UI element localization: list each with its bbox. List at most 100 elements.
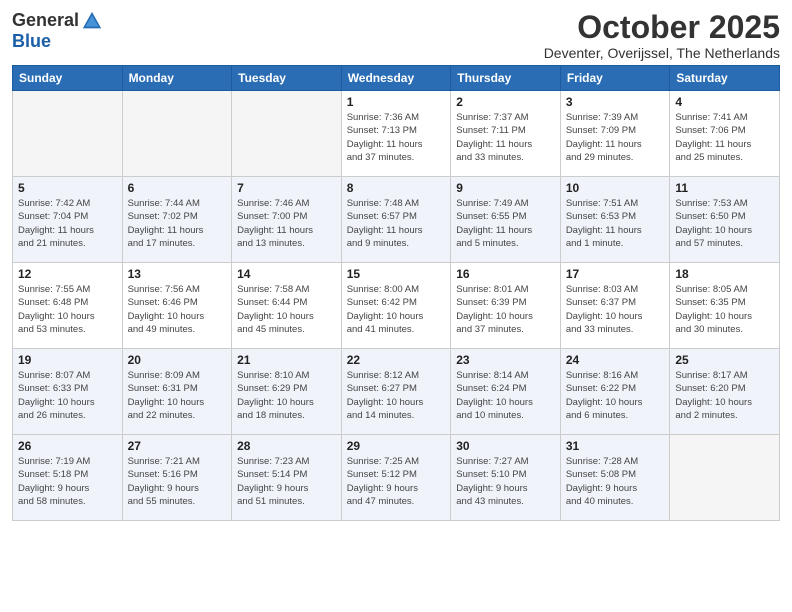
calendar-cell: 28Sunrise: 7:23 AM Sunset: 5:14 PM Dayli… [232, 435, 342, 521]
month-title: October 2025 [544, 10, 780, 45]
calendar-cell [670, 435, 780, 521]
calendar-table: Sunday Monday Tuesday Wednesday Thursday… [12, 65, 780, 521]
col-monday: Monday [122, 66, 232, 91]
day-info: Sunrise: 7:27 AM Sunset: 5:10 PM Dayligh… [456, 455, 555, 508]
calendar-cell: 24 Sunrise: 8:16 AM Sunset: 6:22 PM Dayli… [560, 349, 670, 435]
calendar-cell: 13Sunrise: 7:56 AM Sunset: 6:46 PM Dayli… [122, 263, 232, 349]
calendar-cell [13, 91, 123, 177]
col-thursday: Thursday [451, 66, 561, 91]
calendar-week-row: 5Sunrise: 7:42 AM Sunset: 7:04 PM Daylig… [13, 177, 780, 263]
day-info: Sunrise: 7:55 AM Sunset: 6:48 PM Dayligh… [18, 283, 117, 336]
day-info: Sunrise: 8:14 AM Sunset: 6:24 PM Dayligh… [456, 369, 555, 422]
day-number: 6 [128, 181, 227, 195]
day-number: 3 [566, 95, 665, 109]
calendar-cell: 26Sunrise: 7:19 AM Sunset: 5:18 PM Dayli… [13, 435, 123, 521]
calendar-cell: 19Sunrise: 8:07 AM Sunset: 6:33 PM Dayli… [13, 349, 123, 435]
day-number: 21 [237, 353, 336, 367]
day-number: 17 [566, 267, 665, 281]
col-friday: Friday [560, 66, 670, 91]
day-number: 30 [456, 439, 555, 453]
day-number: 23 [456, 353, 555, 367]
day-number: 15 [347, 267, 446, 281]
day-number: 22 [347, 353, 446, 367]
calendar-cell: 30 Sunrise: 7:27 AM Sunset: 5:10 PM Dayli… [451, 435, 561, 521]
calendar-cell: 2 Sunrise: 7:37 AM Sunset: 7:11 PM Daylig… [451, 91, 561, 177]
day-number: 12 [18, 267, 117, 281]
day-number: 20 [128, 353, 227, 367]
day-number: 9 [456, 181, 555, 195]
calendar-cell: 6 Sunrise: 7:44 AM Sunset: 7:02 PM Daylig… [122, 177, 232, 263]
day-number: 26 [18, 439, 117, 453]
calendar-week-row: 1 Sunrise: 7:36 AM Sunset: 7:13 PM Daylig… [13, 91, 780, 177]
day-info: Sunrise: 7:28 AM Sunset: 5:08 PM Dayligh… [566, 455, 665, 508]
col-saturday: Saturday [670, 66, 780, 91]
calendar-cell: 5Sunrise: 7:42 AM Sunset: 7:04 PM Daylig… [13, 177, 123, 263]
calendar-cell: 22 Sunrise: 8:12 AM Sunset: 6:27 PM Dayli… [341, 349, 451, 435]
day-number: 25 [675, 353, 774, 367]
day-number: 1 [347, 95, 446, 109]
day-info: Sunrise: 7:41 AM Sunset: 7:06 PM Dayligh… [675, 111, 774, 164]
col-tuesday: Tuesday [232, 66, 342, 91]
calendar-cell: 20 Sunrise: 8:09 AM Sunset: 6:31 PM Dayli… [122, 349, 232, 435]
day-info: Sunrise: 7:44 AM Sunset: 7:02 PM Dayligh… [128, 197, 227, 250]
day-number: 31 [566, 439, 665, 453]
day-number: 11 [675, 181, 774, 195]
calendar-cell: 31 Sunrise: 7:28 AM Sunset: 5:08 PM Dayli… [560, 435, 670, 521]
day-info: Sunrise: 7:39 AM Sunset: 7:09 PM Dayligh… [566, 111, 665, 164]
day-info: Sunrise: 8:03 AM Sunset: 6:37 PM Dayligh… [566, 283, 665, 336]
day-info: Sunrise: 7:46 AM Sunset: 7:00 PM Dayligh… [237, 197, 336, 250]
header: General Blue October 2025 Deventer, Over… [12, 10, 780, 61]
day-number: 24 [566, 353, 665, 367]
logo-icon [81, 10, 103, 32]
day-number: 4 [675, 95, 774, 109]
calendar-body: 1 Sunrise: 7:36 AM Sunset: 7:13 PM Daylig… [13, 91, 780, 521]
day-info: Sunrise: 7:49 AM Sunset: 6:55 PM Dayligh… [456, 197, 555, 250]
day-number: 18 [675, 267, 774, 281]
calendar-cell: 18 Sunrise: 8:05 AM Sunset: 6:35 PM Dayli… [670, 263, 780, 349]
day-info: Sunrise: 8:16 AM Sunset: 6:22 PM Dayligh… [566, 369, 665, 422]
calendar-cell: 12 Sunrise: 7:55 AM Sunset: 6:48 PM Dayli… [13, 263, 123, 349]
day-info: Sunrise: 8:09 AM Sunset: 6:31 PM Dayligh… [128, 369, 227, 422]
day-number: 13 [128, 267, 227, 281]
day-info: Sunrise: 8:00 AM Sunset: 6:42 PM Dayligh… [347, 283, 446, 336]
calendar-cell: 27Sunrise: 7:21 AM Sunset: 5:16 PM Dayli… [122, 435, 232, 521]
calendar-cell: 17 Sunrise: 8:03 AM Sunset: 6:37 PM Dayli… [560, 263, 670, 349]
calendar-cell: 10 Sunrise: 7:51 AM Sunset: 6:53 PM Dayli… [560, 177, 670, 263]
calendar-cell [232, 91, 342, 177]
col-wednesday: Wednesday [341, 66, 451, 91]
calendar-cell: 29Sunrise: 7:25 AM Sunset: 5:12 PM Dayli… [341, 435, 451, 521]
day-info: Sunrise: 7:48 AM Sunset: 6:57 PM Dayligh… [347, 197, 446, 250]
calendar-cell: 23 Sunrise: 8:14 AM Sunset: 6:24 PM Dayli… [451, 349, 561, 435]
day-number: 29 [347, 439, 446, 453]
calendar-cell: 1 Sunrise: 7:36 AM Sunset: 7:13 PM Daylig… [341, 91, 451, 177]
location-subtitle: Deventer, Overijssel, The Netherlands [544, 45, 780, 61]
day-info: Sunrise: 7:36 AM Sunset: 7:13 PM Dayligh… [347, 111, 446, 164]
day-info: Sunrise: 8:05 AM Sunset: 6:35 PM Dayligh… [675, 283, 774, 336]
page-container: General Blue October 2025 Deventer, Over… [0, 0, 792, 527]
calendar-cell: 16Sunrise: 8:01 AM Sunset: 6:39 PM Dayli… [451, 263, 561, 349]
day-info: Sunrise: 7:37 AM Sunset: 7:11 PM Dayligh… [456, 111, 555, 164]
day-number: 2 [456, 95, 555, 109]
day-info: Sunrise: 7:53 AM Sunset: 6:50 PM Dayligh… [675, 197, 774, 250]
day-info: Sunrise: 7:51 AM Sunset: 6:53 PM Dayligh… [566, 197, 665, 250]
day-number: 19 [18, 353, 117, 367]
day-number: 28 [237, 439, 336, 453]
title-block: October 2025 Deventer, Overijssel, The N… [544, 10, 780, 61]
day-number: 5 [18, 181, 117, 195]
day-info: Sunrise: 8:12 AM Sunset: 6:27 PM Dayligh… [347, 369, 446, 422]
calendar-cell: 15 Sunrise: 8:00 AM Sunset: 6:42 PM Dayli… [341, 263, 451, 349]
day-number: 27 [128, 439, 227, 453]
day-number: 14 [237, 267, 336, 281]
day-number: 10 [566, 181, 665, 195]
calendar-cell: 11 Sunrise: 7:53 AM Sunset: 6:50 PM Dayli… [670, 177, 780, 263]
calendar-cell: 9 Sunrise: 7:49 AM Sunset: 6:55 PM Daylig… [451, 177, 561, 263]
calendar-cell: 21Sunrise: 8:10 AM Sunset: 6:29 PM Dayli… [232, 349, 342, 435]
calendar-cell: 8 Sunrise: 7:48 AM Sunset: 6:57 PM Daylig… [341, 177, 451, 263]
day-number: 8 [347, 181, 446, 195]
calendar-cell: 4 Sunrise: 7:41 AM Sunset: 7:06 PM Daylig… [670, 91, 780, 177]
calendar-week-row: 26Sunrise: 7:19 AM Sunset: 5:18 PM Dayli… [13, 435, 780, 521]
calendar-header-row: Sunday Monday Tuesday Wednesday Thursday… [13, 66, 780, 91]
col-sunday: Sunday [13, 66, 123, 91]
logo: General Blue [12, 10, 103, 52]
day-number: 7 [237, 181, 336, 195]
